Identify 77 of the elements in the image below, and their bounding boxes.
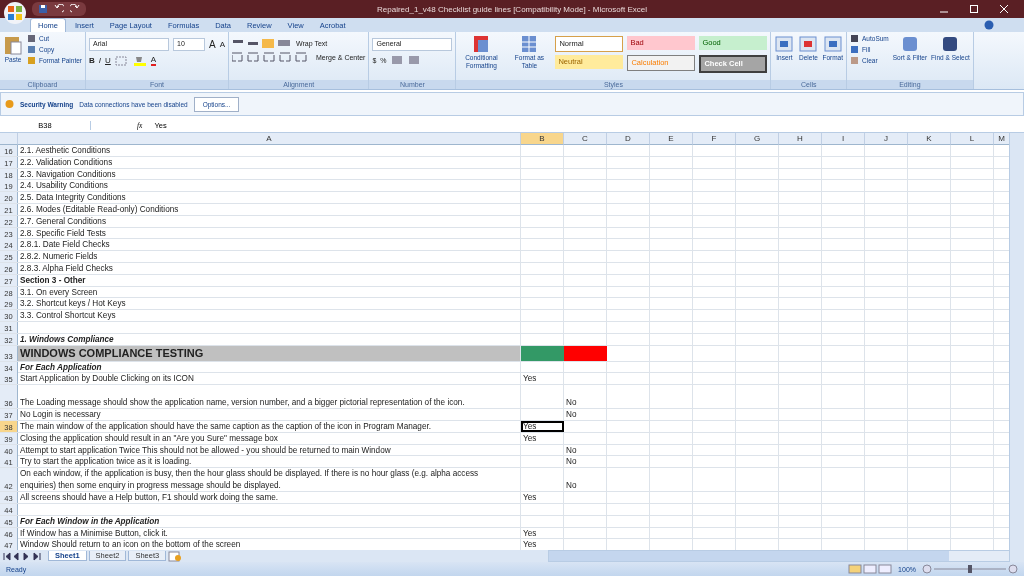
table-cell-text: 3.1. On every Screen bbox=[19, 286, 98, 298]
table-cell-text: On each window, if the application is busy, then the hour glass should be displayed. If there is no hour glass (e.g. alpha access enquiries) then some enquiry in progress message should be displayed. bbox=[19, 468, 480, 492]
table-cell-text: 2.1. Aesthetic Conditions bbox=[19, 145, 111, 156]
column-header[interactable]: G bbox=[736, 133, 779, 145]
table-cell-text: 2.6. Modes (Editable Read-only) Conditions bbox=[19, 204, 179, 215]
column-header[interactable]: K bbox=[908, 133, 951, 145]
bold-button[interactable]: B bbox=[89, 56, 95, 65]
column-header[interactable]: C bbox=[564, 133, 607, 145]
office-logo-icon bbox=[7, 5, 23, 21]
table-cell-text: Start Application by Double Clicking on its ICON bbox=[19, 373, 194, 385]
zoom-slider[interactable] bbox=[922, 564, 1018, 574]
table-cell-text: Yes bbox=[522, 539, 538, 550]
column-header[interactable]: F bbox=[693, 133, 736, 145]
table-cell-text: All screens should have a Help button, F1 should work doing the same. bbox=[19, 492, 279, 504]
table-cell-text: Try to start the application twice as it is loading. bbox=[19, 456, 192, 468]
table-cell-text: Closing the application should result in an "Are you Sure" message box bbox=[19, 432, 278, 444]
table-cell-text: 2.7. General Conditions bbox=[19, 215, 107, 227]
table-cell-text: No bbox=[565, 409, 578, 421]
table-cell-text: For Each Window in the Application bbox=[19, 515, 160, 527]
table-cell-text: Window Should return to an icon on the bottom of the screen bbox=[19, 539, 241, 550]
table-cell-text: For Each Application bbox=[19, 361, 102, 373]
table-cell-text: 3.2. Shortcut keys / Hot Keys bbox=[19, 298, 126, 310]
table-cell-text: The main window of the application should have the same caption as the caption of the icon in Program Manager. bbox=[19, 420, 431, 432]
table-cell-text: Section 3 - Other bbox=[19, 274, 86, 286]
column-header[interactable]: E bbox=[650, 133, 693, 145]
table-cell-text: 2.5. Data Integrity Conditions bbox=[19, 192, 126, 204]
horizontal-scrollbar[interactable] bbox=[548, 550, 1010, 562]
table-cell-text: 2.8. Specific Field Tests bbox=[19, 227, 106, 239]
column-header[interactable]: D bbox=[607, 133, 650, 145]
column-header[interactable]: B bbox=[521, 133, 564, 145]
table-cell-text: 1. Windows Compliance bbox=[19, 333, 114, 345]
table-cell-text: 2.3. Navigation Conditions bbox=[19, 168, 116, 180]
decimal-icons-drawing[interactable] bbox=[390, 55, 421, 65]
office-button[interactable] bbox=[4, 2, 26, 24]
table-cell-text: Yes bbox=[522, 527, 538, 539]
cells-icon bbox=[822, 34, 843, 54]
underline-button[interactable]: U bbox=[105, 56, 111, 65]
table-cell: Yes bbox=[521, 420, 564, 432]
font-size-button[interactable]: A bbox=[209, 39, 216, 50]
redo-icon[interactable] bbox=[70, 4, 80, 14]
table-cell-text: If Window has a Minimise Button, click it. bbox=[19, 527, 168, 539]
column-header[interactable]: I bbox=[822, 133, 865, 145]
table-cell-text: No bbox=[565, 397, 578, 409]
column-header[interactable]: L bbox=[951, 133, 994, 145]
table-cell-text: 2.4. Usability Conditions bbox=[19, 180, 108, 192]
table-cell-text: Attempt to start application Twice This should not be allowed - you should be returned to main Window bbox=[19, 444, 391, 456]
table-cell-text: 2.8.1. Date Field Checks bbox=[19, 239, 110, 251]
zoom-thumb[interactable] bbox=[968, 565, 972, 573]
table-cell-text: 2.2. Validation Conditions bbox=[19, 156, 113, 168]
table-cell-text: 3.3. Control Shortcut Keys bbox=[19, 310, 116, 322]
column-header[interactable]: A bbox=[18, 133, 521, 145]
table-cell-text: No bbox=[565, 444, 578, 456]
italic-button[interactable]: I bbox=[98, 56, 101, 65]
table-cell-text: No bbox=[565, 480, 578, 492]
table-cell-text: Yes bbox=[522, 432, 538, 444]
table-cell-text: 2.8.3. Alpha Field Checks bbox=[19, 262, 113, 274]
window-title: Repaired_1_v48 Checklist guide lines [Compatibility Mode] - Microsoft Excel bbox=[376, 4, 648, 14]
table-cell-text: No bbox=[565, 456, 578, 468]
table-cell-text: No Login is necessary bbox=[19, 409, 101, 421]
cells-icon bbox=[798, 34, 819, 54]
fill-color-icon[interactable] bbox=[132, 55, 147, 66]
column-header[interactable]: J bbox=[865, 133, 908, 145]
maximize-icon[interactable] bbox=[968, 3, 980, 15]
font-size-button[interactable]: A bbox=[219, 40, 225, 49]
table-cell-text: Yes bbox=[522, 373, 538, 385]
save-icon[interactable] bbox=[38, 4, 48, 14]
close-icon[interactable] bbox=[998, 3, 1010, 15]
font-color-button[interactable]: A bbox=[150, 55, 157, 66]
table-cell-text: The Loading message should show the application name, version number, and a bigger pictorial representation of the icon. bbox=[19, 396, 466, 409]
clipboard-icon bbox=[3, 34, 23, 56]
alignment-icons-drawing[interactable] bbox=[232, 38, 292, 48]
undo-icon[interactable] bbox=[54, 4, 64, 14]
cells-icon bbox=[774, 34, 795, 54]
column-header[interactable]: H bbox=[779, 133, 822, 145]
vertical-scrollbar[interactable] bbox=[1009, 133, 1024, 550]
table-cell-text: Yes bbox=[522, 492, 538, 504]
table-cell-text: 2.8.2. Numeric Fields bbox=[19, 251, 98, 263]
